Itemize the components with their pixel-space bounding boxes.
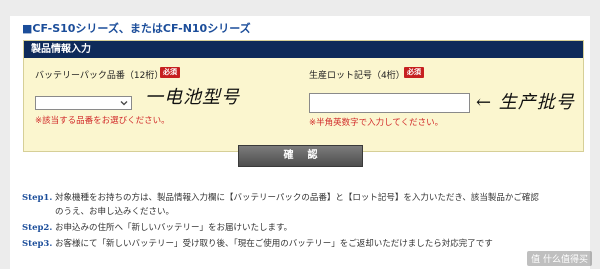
lot-number-annotation: ← 生产批号	[476, 92, 575, 113]
step-1-label: Step1.	[22, 193, 53, 203]
step-2-label: Step2.	[22, 223, 53, 233]
window-frame-left	[0, 0, 10, 269]
step-2: Step2. お申込みの住所へ「新しいバッテリー」をお届けいたします。	[22, 221, 292, 233]
lot-required-badge: 必須	[404, 67, 424, 78]
step-1-continued: のうえ、お申し込みください。	[22, 205, 174, 217]
step-3-text: お客様にて「新しいバッテリー」受け取り後、「現在ご使用のバッテリー」をご返却いた…	[55, 239, 493, 249]
step-1: Step1. 対象機種をお持ちの方は、製品情報入力欄に【バッテリーパックの品番】と…	[22, 191, 539, 203]
chevron-down-icon	[120, 101, 128, 106]
panel-header: 製品情報入力	[24, 41, 583, 58]
battery-part-select[interactable]	[35, 96, 132, 110]
step-3: Step3. お客様にて「新しいバッテリー」受け取り後、「現在ご使用のバッテリー」…	[22, 237, 493, 249]
product-info-panel: 製品情報入力 バッテリーパック品番（12桁） 必須 ※該当する品番をお選びくださ…	[23, 40, 584, 152]
battery-required-badge: 必須	[160, 67, 180, 78]
step-1-text: 対象機種をお持ちの方は、製品情報入力欄に【バッテリーパックの品番】と【ロット記号…	[55, 193, 539, 203]
lot-code-hint: ※半角英数字で入力してください。	[309, 118, 444, 128]
step-2-text: お申込みの住所へ「新しいバッテリー」をお届けいたします。	[55, 223, 293, 233]
battery-part-label: バッテリーパック品番（12桁）	[35, 71, 164, 81]
step-3-label: Step3.	[22, 239, 53, 249]
window-frame-right	[590, 0, 600, 269]
series-title: ■CF-S10シリーズ、またはCF-N10シリーズ	[22, 22, 251, 35]
confirm-button[interactable]: 確認	[238, 145, 363, 167]
step-1b-text: のうえ、お申し込みください。	[55, 207, 175, 217]
battery-model-annotation: 一电池型号	[145, 87, 240, 108]
lot-code-label: 生産ロット記号（4桁）	[309, 71, 405, 81]
window-frame-top	[0, 0, 600, 16]
battery-part-hint: ※該当する品番をお選びください。	[35, 116, 170, 126]
lot-code-input[interactable]	[309, 93, 470, 113]
watermark: 值 什么值得买	[527, 251, 592, 266]
